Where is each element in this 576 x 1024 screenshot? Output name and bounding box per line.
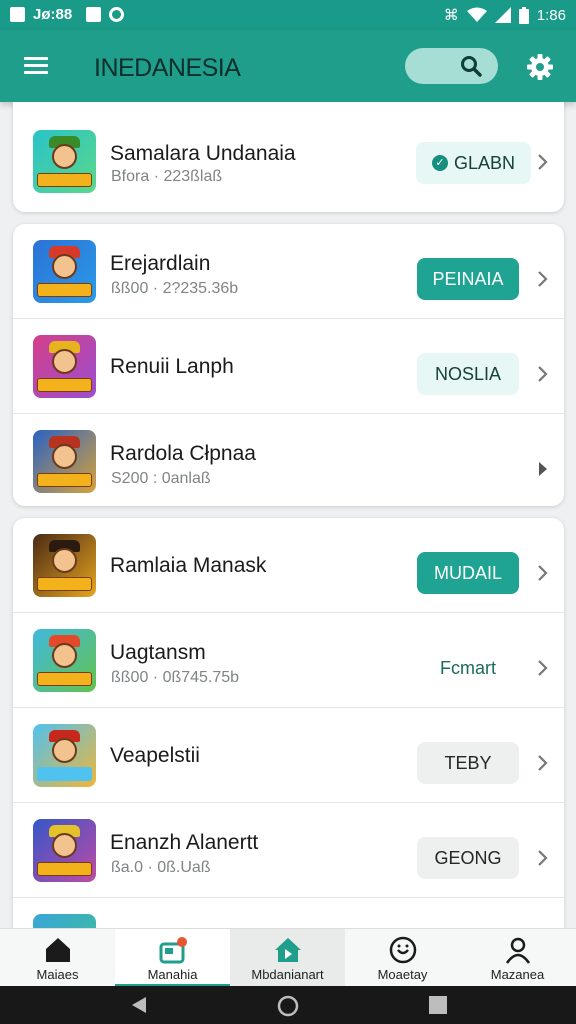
game-thumbnail (33, 724, 96, 787)
sim-icon (10, 7, 25, 22)
chevron-right-icon[interactable] (532, 364, 552, 384)
chip-label: NOSLIA (434, 363, 502, 384)
chevron-right-icon[interactable] (532, 152, 552, 172)
tab-mbdanianart[interactable]: Mbdanianart (230, 929, 345, 987)
tab-mazanea[interactable]: Mazanea (460, 929, 576, 987)
app-title: INEDANESIA (94, 54, 241, 82)
system-navigation-bar (0, 986, 576, 1024)
chevron-right-icon[interactable] (532, 753, 552, 773)
vibrate-icon: ⌘ (443, 7, 459, 24)
game-thumbnail (33, 130, 96, 193)
chip-label: TEBY (444, 752, 492, 773)
game-list: Samalara Undanaia Bfora · 223ßlaß ✓ GLAB… (0, 102, 576, 928)
game-thumbnail (33, 629, 96, 692)
game-subtitle: ßa.0 · 0ß.Uaß (111, 859, 211, 876)
game-title: Renuii Lanph (110, 355, 234, 378)
game-thumbnail (33, 430, 96, 493)
check-icon: ✓ (431, 155, 448, 171)
game-title: Rardola Cłpnaa (110, 442, 256, 465)
app-bar: INEDANESIA (0, 30, 576, 102)
smiley-icon (389, 936, 417, 964)
chevron-right-icon[interactable] (532, 563, 552, 583)
chip-label: MUDAIL (433, 562, 502, 583)
status-time: 1:86 (536, 6, 566, 24)
target-icon (109, 7, 125, 22)
battery-icon (518, 6, 529, 24)
game-title: Uagtansm (110, 641, 206, 664)
chip-label: GLABN (453, 152, 516, 173)
game-title: Samalara Undanaia (110, 142, 296, 165)
signal-icon (494, 7, 511, 23)
game-thumbnail (33, 819, 96, 882)
search-icon (461, 56, 482, 77)
chip-label: Fcmart (440, 657, 496, 678)
game-thumbnail (33, 534, 96, 597)
tab-label: Moaetay (377, 967, 428, 982)
game-thumbnail (33, 914, 96, 928)
home-icon (46, 938, 70, 962)
game-subtitle: S200 : 0anlaß (111, 470, 211, 487)
store-badge-icon (159, 937, 187, 964)
list-item[interactable]: Samalara Undanaia Bfora · 223ßlaß ✓ GLAB… (13, 102, 564, 212)
game-thumbnail (33, 335, 96, 398)
list-item[interactable]: Ramlaia Manask MUDAIL (13, 518, 564, 613)
notification-icon (86, 7, 102, 22)
bottom-navigation: Maiaes Manahia Mbdanianart Moaetay Mazan… (0, 928, 576, 987)
chip-label: GEONG (434, 847, 502, 868)
tab-label: Mazanea (490, 967, 545, 982)
recents-icon[interactable] (428, 995, 448, 1015)
tab-moaetay[interactable]: Moaetay (345, 929, 460, 987)
game-title: Enanzh Alanertt (110, 831, 259, 854)
tab-label: Mbdanianart (251, 967, 324, 982)
action-chip[interactable]: GEONG (417, 837, 519, 879)
game-subtitle: ßß00 · 2?235.36b (111, 280, 239, 297)
action-chip[interactable]: NOSLIA (417, 353, 519, 395)
status-bar: Jø:88 ⌘ 1:86 (0, 0, 576, 30)
tab-home[interactable]: Maiaes (0, 929, 115, 987)
settings-button[interactable] (525, 52, 555, 82)
chevron-right-icon[interactable] (532, 459, 552, 479)
chip-label: PEINAIA (432, 268, 504, 289)
home-circle-icon[interactable] (277, 995, 299, 1017)
action-chip[interactable]: ✓ GLABN (416, 142, 531, 184)
list-card: Erejardlain ßß00 · 2?235.36b PEINAIA Ren… (13, 224, 564, 506)
list-item[interactable]: Uagtansm ßß00 · 0ß745.75b Fcmart (13, 613, 564, 708)
back-icon[interactable] (129, 995, 149, 1015)
action-chip[interactable]: Fcmart (417, 647, 519, 689)
chevron-right-icon[interactable] (532, 848, 552, 868)
action-chip[interactable]: TEBY (417, 742, 519, 784)
search-button[interactable] (405, 48, 498, 84)
tab-manahia[interactable]: Manahia (115, 929, 230, 987)
game-subtitle: Bfora · 223ßlaß (111, 168, 223, 185)
game-title: Ramlaia Manask (110, 554, 267, 577)
house-play-icon (275, 938, 301, 962)
chevron-right-icon[interactable] (532, 658, 552, 678)
status-left-text: Jø:88 (33, 6, 73, 23)
list-item[interactable]: Erejardlain ßß00 · 2?235.36b PEINAIA (13, 224, 564, 319)
game-title: Erejardlain (110, 252, 211, 275)
gear-icon (527, 54, 553, 80)
action-chip[interactable]: PEINAIA (417, 258, 519, 300)
wifi-icon (466, 7, 487, 22)
tab-label: Maiaes (36, 967, 79, 982)
chevron-right-icon[interactable] (532, 269, 552, 289)
game-thumbnail (33, 240, 96, 303)
list-item[interactable] (13, 898, 564, 928)
action-chip[interactable]: MUDAIL (417, 552, 519, 594)
list-item[interactable]: Renuii Lanph NOSLIA (13, 319, 564, 414)
person-icon (505, 937, 531, 964)
list-card: Samalara Undanaia Bfora · 223ßlaß ✓ GLAB… (13, 102, 564, 212)
game-title: Veapelstii (110, 744, 200, 767)
list-item[interactable]: Veapelstii TEBY (13, 708, 564, 803)
hamburger-menu-icon[interactable] (24, 57, 48, 75)
list-item[interactable]: Enanzh Alanertt ßa.0 · 0ß.Uaß GEONG (13, 803, 564, 898)
game-subtitle: ßß00 · 0ß745.75b (111, 669, 240, 686)
list-item[interactable]: Rardola Cłpnaa S200 : 0anlaß (13, 414, 564, 506)
list-card: Ramlaia Manask MUDAIL Uagtansm ßß00 · 0ß… (13, 518, 564, 928)
tab-label: Manahia (147, 967, 198, 982)
